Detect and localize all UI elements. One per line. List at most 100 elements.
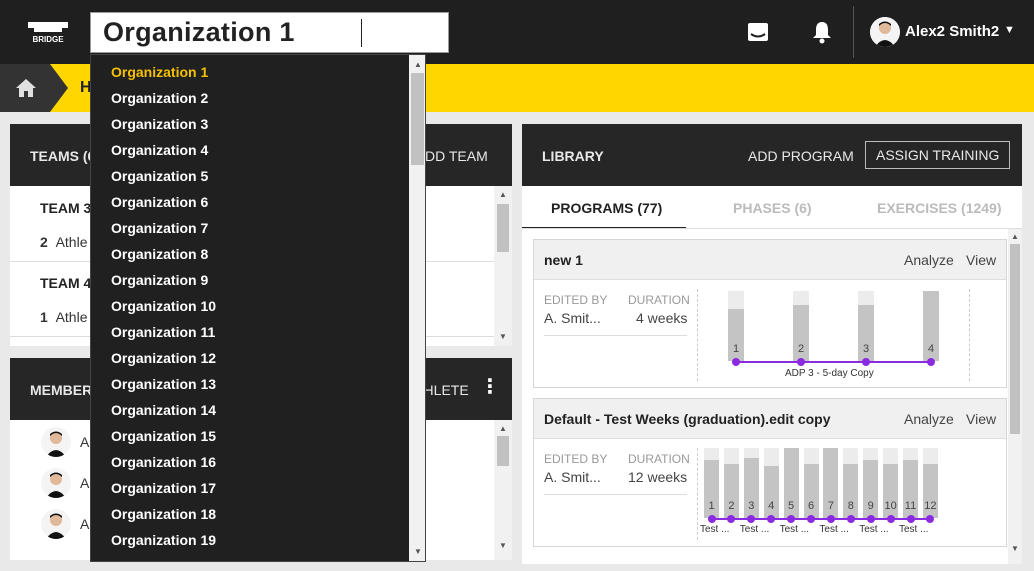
member-avatar[interactable] [41,509,71,539]
analyze-link[interactable]: Analyze [904,411,954,427]
more-options-icon[interactable]: ⋮ [480,374,500,399]
header-divider [853,6,854,58]
organization-dropdown: Organization 1 Organization 2 Organization… [90,54,426,562]
dropdown-option[interactable]: Organization 4 [111,142,208,158]
member-name[interactable]: A [80,516,89,532]
team-athlete-count: 1 Athle [40,309,88,325]
phase-label: Test ... [819,524,849,535]
teams-title: TEAMS (6 [30,148,96,164]
phase-label: Test ... [859,524,889,535]
team-name[interactable]: TEAM 4 [40,275,91,291]
scroll-up-arrow[interactable]: ▲ [499,424,507,433]
week-number: 12 [924,500,937,512]
dropdown-option[interactable]: Organization 6 [111,194,208,210]
dropdown-option[interactable]: Organization 19 [111,532,216,548]
week-number: 3 [748,500,755,512]
phase-label: Test ... [899,524,929,535]
bell-icon[interactable] [810,20,834,44]
week-number: 4 [927,343,935,355]
program-card-header: new 1 Analyze View [534,240,1006,280]
week-number: 3 [862,343,870,355]
week-number: 1 [708,500,715,512]
dropdown-option[interactable]: Organization 16 [111,454,216,470]
dropdown-option[interactable]: Organization 12 [111,350,216,366]
dropdown-option[interactable]: Organization 7 [111,220,208,236]
member-avatar[interactable] [41,427,71,457]
dropdown-option[interactable]: Organization 1 [111,64,208,80]
dropdown-scroll-thumb[interactable] [411,73,424,165]
tab-programs[interactable]: PROGRAMS (77) [551,200,662,216]
dropdown-option[interactable]: Organization 3 [111,116,208,132]
scroll-up-arrow[interactable]: ▲ [414,60,422,69]
inbox-icon[interactable] [746,20,770,44]
tab-exercises[interactable]: EXERCISES (1249) [877,200,1002,216]
user-name[interactable]: Alex2 Smith2 [905,23,999,40]
chevron-down-icon[interactable]: ▼ [1004,24,1015,36]
library-panel: LIBRARY ADD PROGRAM ASSIGN TRAINING PROG… [522,124,1022,564]
scroll-up-arrow[interactable]: ▲ [499,190,507,199]
scroll-down-arrow[interactable]: ▼ [499,541,507,550]
week-number: 4 [768,500,775,512]
library-scroll-thumb[interactable] [1010,244,1020,434]
program-card[interactable]: new 1 Analyze View EDITED BY DURATION A.… [533,239,1007,388]
program-card[interactable]: Default - Test Weeks (graduation).edit c… [533,398,1007,547]
scroll-down-arrow[interactable]: ▼ [1011,544,1019,553]
scroll-up-arrow[interactable]: ▲ [1011,232,1019,241]
week-number: 6 [807,500,815,512]
dropdown-option[interactable]: Organization 10 [111,298,216,314]
duration-label: DURATION [628,452,690,466]
dropdown-option[interactable]: Organization 13 [111,376,216,392]
dropdown-option[interactable]: Organization 9 [111,272,208,288]
dropdown-option[interactable]: Organization 5 [111,168,208,184]
week-number: 1 [732,343,740,355]
teams-scroll-thumb[interactable] [497,204,509,252]
phase-timeline [711,518,931,520]
member-name[interactable]: A [80,434,89,450]
analyze-link[interactable]: Analyze [904,252,954,268]
add-program-button[interactable]: ADD PROGRAM [748,148,854,164]
phase-label: Test ... [779,524,810,535]
bridge-logo[interactable]: BRIDGE [24,20,72,44]
member-name[interactable]: A [80,475,89,491]
scroll-down-arrow[interactable]: ▼ [499,332,507,341]
scroll-down-arrow[interactable]: ▼ [414,547,422,556]
view-link[interactable]: View [966,252,996,268]
search-value: Organization 1 [103,17,295,47]
user-avatar[interactable] [870,17,900,47]
program-title[interactable]: Default - Test Weeks (graduation).edit c… [544,411,831,427]
week-number: 2 [797,343,805,355]
phase-label: ADP 3 - 5-day Copy [785,368,874,379]
dropdown-option[interactable]: Organization 11 [111,324,215,340]
members-scroll-thumb[interactable] [497,436,509,466]
dropdown-option[interactable]: Organization 14 [111,402,216,418]
member-avatar[interactable] [41,468,71,498]
team-name[interactable]: TEAM 3 [40,200,91,216]
meta-underline [544,494,687,495]
assign-training-button[interactable]: ASSIGN TRAINING [865,141,1011,169]
phase-label: Test ... [700,524,730,535]
week-number: 10 [884,500,897,512]
view-link[interactable]: View [966,411,996,427]
home-icon[interactable] [16,79,36,97]
week-number: 7 [827,500,834,512]
phase-timeline [736,361,931,363]
svg-text:BRIDGE: BRIDGE [32,35,64,44]
add-team-button[interactable]: DD TEAM [425,148,488,164]
dropdown-option[interactable]: Organization 8 [111,246,208,262]
members-title: MEMBER [30,382,93,398]
library-title: LIBRARY [542,148,604,164]
library-panel-header: LIBRARY ADD PROGRAM ASSIGN TRAINING [522,124,1022,186]
dropdown-option[interactable]: Organization 18 [111,506,216,522]
program-title[interactable]: new 1 [544,252,583,268]
tab-phases[interactable]: PHASES (6) [733,200,812,216]
duration-label: DURATION [628,293,690,307]
duration-value: 12 weeks [628,469,688,485]
week-number: 2 [728,500,735,512]
dropdown-option[interactable]: Organization 2 [111,90,208,106]
organization-search-input[interactable]: Organization 1 [90,12,449,53]
dropdown-option[interactable]: Organization 17 [111,480,216,496]
dropdown-option[interactable]: Organization 15 [111,428,216,444]
week-number: 9 [867,500,874,512]
program-card-header: Default - Test Weeks (graduation).edit c… [534,399,1006,439]
chart-divider [697,448,698,540]
